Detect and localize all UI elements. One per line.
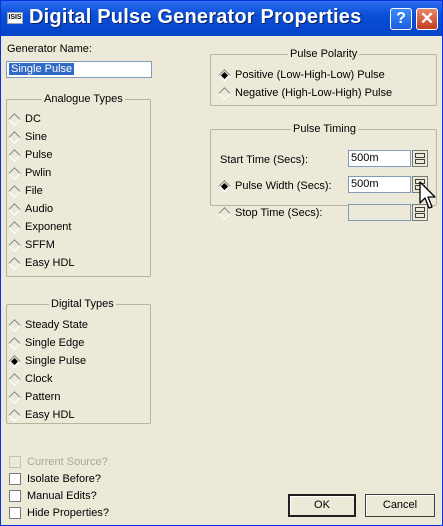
ok-button[interactable]: OK bbox=[288, 494, 356, 517]
radio-negative-pulse[interactable]: Negative (High-Low-High) Pulse bbox=[217, 86, 393, 100]
radio-diamond-icon bbox=[8, 408, 21, 422]
radio-single-edge[interactable]: Single Edge bbox=[7, 336, 85, 350]
radio-audio[interactable]: Audio bbox=[7, 202, 54, 216]
radio-pwlin[interactable]: Pwlin bbox=[7, 166, 52, 180]
radio-label: SFFM bbox=[25, 239, 55, 251]
radio-dc[interactable]: DC bbox=[7, 112, 41, 126]
close-button[interactable]: ✕ bbox=[416, 8, 438, 30]
radio-diamond-icon bbox=[8, 336, 21, 350]
radio-diamond-icon bbox=[8, 256, 21, 270]
radio-diamond-icon bbox=[218, 206, 231, 220]
radio-label: Pulse bbox=[25, 149, 53, 161]
radio-label: Pwlin bbox=[25, 167, 52, 179]
radio-label: Stop Time (Secs): bbox=[235, 207, 323, 219]
radio-diamond-icon bbox=[8, 166, 21, 180]
stop-time-field[interactable] bbox=[348, 204, 411, 221]
radio-sine[interactable]: Sine bbox=[7, 130, 48, 144]
radio-pulse[interactable]: Pulse bbox=[7, 148, 53, 162]
spin-down-icon bbox=[415, 213, 425, 218]
pulse-polarity-title: Pulse Polarity bbox=[288, 48, 360, 60]
radio-diamond-icon bbox=[8, 318, 21, 332]
radio-file[interactable]: File bbox=[7, 184, 43, 198]
radio-selected-icon bbox=[218, 179, 231, 193]
checkbox-label: Manual Edits? bbox=[27, 490, 97, 502]
radio-label: Positive (Low-High-Low) Pulse bbox=[235, 69, 385, 81]
start-time-field[interactable]: 500m bbox=[348, 150, 411, 167]
generator-name-field[interactable]: Single Pulse bbox=[6, 61, 152, 78]
radio-stop-time[interactable]: Stop Time (Secs): bbox=[217, 206, 323, 220]
radio-easy-hdl-digital[interactable]: Easy HDL bbox=[7, 408, 75, 422]
radio-pattern[interactable]: Pattern bbox=[7, 390, 61, 404]
radio-exponent[interactable]: Exponent bbox=[7, 220, 72, 234]
pulse-width-field[interactable]: 500m bbox=[348, 176, 411, 193]
radio-diamond-icon bbox=[8, 202, 21, 216]
radio-label: Easy HDL bbox=[25, 409, 75, 421]
checkbox-icon bbox=[9, 490, 21, 502]
mouse-cursor-icon bbox=[419, 181, 436, 209]
isis-logo-icon: ISIS bbox=[7, 12, 23, 24]
start-time-spinner[interactable] bbox=[412, 150, 428, 167]
digital-types-title: Digital Types bbox=[49, 298, 116, 310]
radio-diamond-icon bbox=[8, 112, 21, 126]
radio-label: Steady State bbox=[25, 319, 88, 331]
radio-label: Negative (High-Low-High) Pulse bbox=[235, 87, 393, 99]
manual-edits-checkbox[interactable]: Manual Edits? bbox=[9, 490, 97, 502]
checkbox-label: Current Source? bbox=[27, 456, 108, 468]
radio-label: DC bbox=[25, 113, 41, 125]
checkbox-icon bbox=[9, 507, 21, 519]
radio-label: Exponent bbox=[25, 221, 72, 233]
radio-diamond-icon bbox=[8, 390, 21, 404]
radio-diamond-icon bbox=[8, 148, 21, 162]
radio-label: Audio bbox=[25, 203, 54, 215]
window-title: Digital Pulse Generator Properties bbox=[29, 6, 362, 28]
spin-up-icon bbox=[415, 153, 425, 158]
radio-single-pulse[interactable]: Single Pulse bbox=[7, 354, 87, 368]
radio-label: Pattern bbox=[25, 391, 61, 403]
checkbox-icon bbox=[9, 456, 21, 468]
radio-label: Clock bbox=[25, 373, 53, 385]
start-time-label: Start Time (Secs): bbox=[220, 154, 309, 166]
radio-steady-state[interactable]: Steady State bbox=[7, 318, 88, 332]
radio-sffm[interactable]: SFFM bbox=[7, 238, 55, 252]
radio-diamond-icon bbox=[218, 86, 231, 100]
checkbox-icon bbox=[9, 473, 21, 485]
help-button[interactable]: ? bbox=[390, 8, 412, 30]
radio-label: Easy HDL bbox=[25, 257, 75, 269]
radio-pulse-width[interactable]: Pulse Width (Secs): bbox=[217, 179, 332, 193]
analogue-types-title: Analogue Types bbox=[42, 93, 125, 105]
radio-positive-pulse[interactable]: Positive (Low-High-Low) Pulse bbox=[217, 68, 385, 82]
radio-label: Single Pulse bbox=[25, 355, 87, 367]
current-source-checkbox[interactable]: Current Source? bbox=[9, 456, 108, 468]
radio-label: Pulse Width (Secs): bbox=[235, 180, 332, 192]
radio-diamond-icon bbox=[8, 238, 21, 252]
radio-diamond-icon bbox=[8, 372, 21, 386]
radio-label: Sine bbox=[25, 131, 48, 143]
radio-label: File bbox=[25, 185, 43, 197]
generator-name-value: Single Pulse bbox=[9, 63, 75, 75]
spin-down-icon bbox=[415, 159, 425, 164]
radio-selected-icon bbox=[8, 354, 21, 368]
properties-dialog: ISIS Digital Pulse Generator Properties … bbox=[0, 0, 443, 526]
radio-easy-hdl-analogue[interactable]: Easy HDL bbox=[7, 256, 75, 270]
radio-diamond-icon bbox=[8, 130, 21, 144]
cancel-button[interactable]: Cancel bbox=[365, 494, 435, 517]
generator-name-label: Generator Name: bbox=[7, 43, 92, 55]
radio-clock[interactable]: Clock bbox=[7, 372, 53, 386]
pulse-timing-title: Pulse Timing bbox=[291, 123, 358, 135]
title-bar[interactable]: ISIS Digital Pulse Generator Properties … bbox=[1, 1, 442, 36]
radio-selected-icon bbox=[218, 68, 231, 82]
radio-label: Single Edge bbox=[25, 337, 85, 349]
pulse-timing-group: Pulse Timing bbox=[210, 123, 437, 206]
checkbox-label: Hide Properties? bbox=[27, 507, 109, 519]
radio-diamond-icon bbox=[8, 220, 21, 234]
radio-diamond-icon bbox=[8, 184, 21, 198]
checkbox-label: Isolate Before? bbox=[27, 473, 101, 485]
isolate-before-checkbox[interactable]: Isolate Before? bbox=[9, 473, 101, 485]
hide-properties-checkbox[interactable]: Hide Properties? bbox=[9, 507, 109, 519]
